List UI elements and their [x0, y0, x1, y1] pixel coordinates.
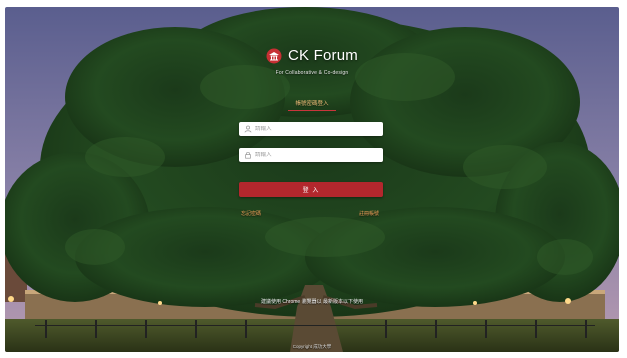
tab-password-login[interactable]: 帳號密碼登入 [288, 99, 336, 111]
brand-tagline: For Collaborative & Co-design [275, 69, 349, 76]
brand-title: CK Forum [288, 47, 358, 64]
forgot-password-link[interactable]: 忘記密碼 [241, 210, 261, 217]
login-button[interactable]: 登 入 [239, 182, 383, 197]
password-field [239, 148, 383, 162]
copyright-text: Copyright 成功大學 [292, 344, 332, 349]
browser-notice: 建議使用 Chrome 瀏覽器以 最新版本以下使用 [261, 299, 363, 305]
lock-icon [245, 151, 251, 159]
brand-header: CK Forum For Collaborative & Co-design [5, 47, 619, 76]
username-field [239, 122, 383, 136]
temple-logo-icon [266, 48, 282, 63]
login-page: CK Forum For Collaborative & Co-design 帳… [5, 7, 619, 352]
user-icon [244, 125, 252, 133]
register-link[interactable]: 註冊帳號 [359, 210, 379, 217]
password-input[interactable] [255, 152, 375, 158]
username-input[interactable] [255, 126, 375, 132]
